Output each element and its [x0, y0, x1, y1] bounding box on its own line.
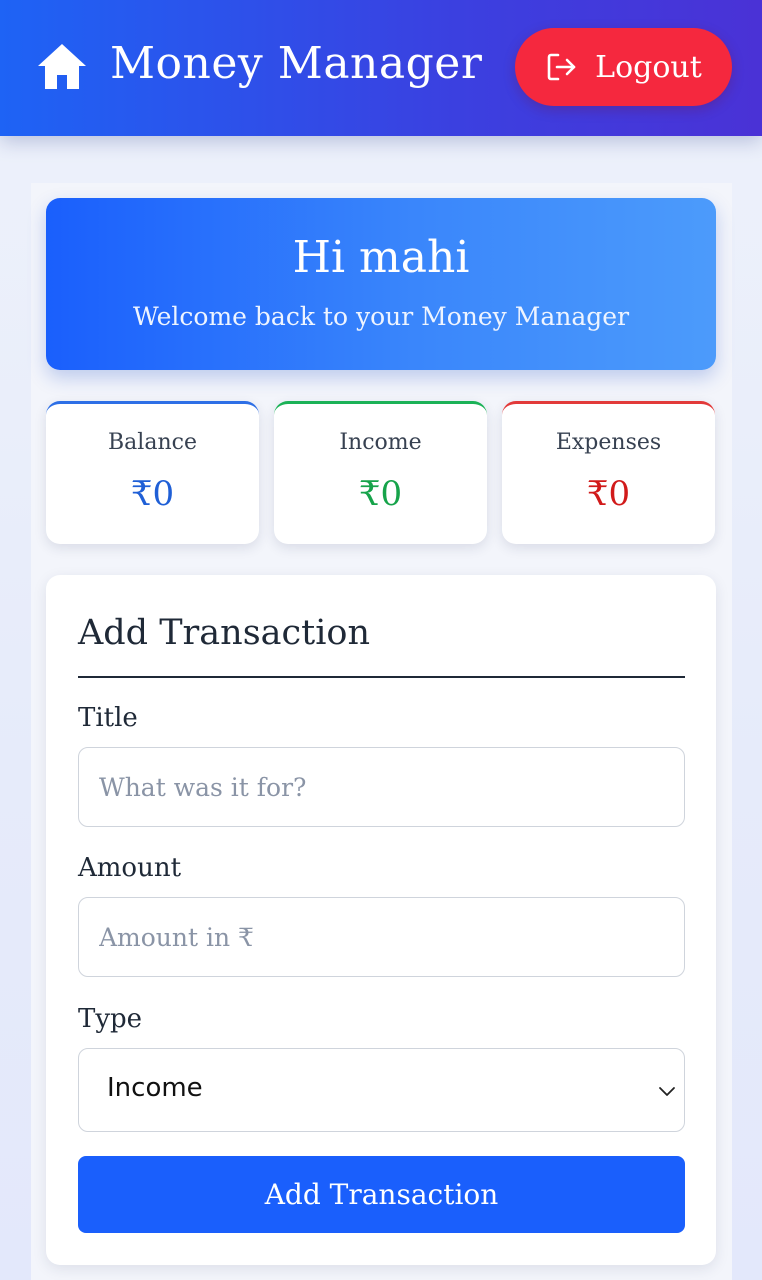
expenses-label: Expenses: [555, 430, 662, 455]
title-field-label: Title: [78, 703, 138, 733]
expenses-value: ₹0: [586, 474, 631, 514]
logout-button[interactable]: Logout: [515, 28, 732, 106]
income-value: ₹0: [358, 474, 403, 514]
type-field-label: Type: [78, 1004, 143, 1034]
form-title: Add Transaction: [78, 613, 370, 653]
balance-card: Balance ₹0: [46, 401, 259, 544]
balance-value: ₹0: [130, 474, 175, 514]
balance-label: Balance: [108, 430, 197, 455]
amount-input[interactable]: [78, 897, 685, 977]
home-icon[interactable]: [36, 40, 88, 92]
logout-icon: [547, 53, 576, 81]
add-transaction-button[interactable]: Add Transaction: [78, 1156, 685, 1233]
logout-label: Logout: [595, 49, 702, 85]
welcome-banner: Hi mahi Welcome back to your Money Manag…: [46, 198, 716, 370]
welcome-subtitle: Welcome back to your Money Manager: [132, 302, 630, 331]
title-input[interactable]: [78, 747, 685, 827]
expenses-card: Expenses ₹0: [502, 401, 715, 544]
greeting-heading: Hi mahi: [292, 232, 470, 283]
chevron-down-icon: [659, 1087, 675, 1096]
income-label: Income: [339, 430, 422, 455]
app-title: Money Manager: [110, 38, 483, 89]
amount-field-label: Amount: [78, 853, 182, 883]
add-transaction-form: Add Transaction Title Amount Type Income…: [46, 575, 716, 1265]
income-card: Income ₹0: [274, 401, 487, 544]
form-divider: [78, 676, 685, 678]
type-select[interactable]: Income: [78, 1048, 685, 1132]
top-navbar: Money Manager Logout: [0, 0, 762, 136]
type-selected-value: Income: [107, 1073, 203, 1103]
